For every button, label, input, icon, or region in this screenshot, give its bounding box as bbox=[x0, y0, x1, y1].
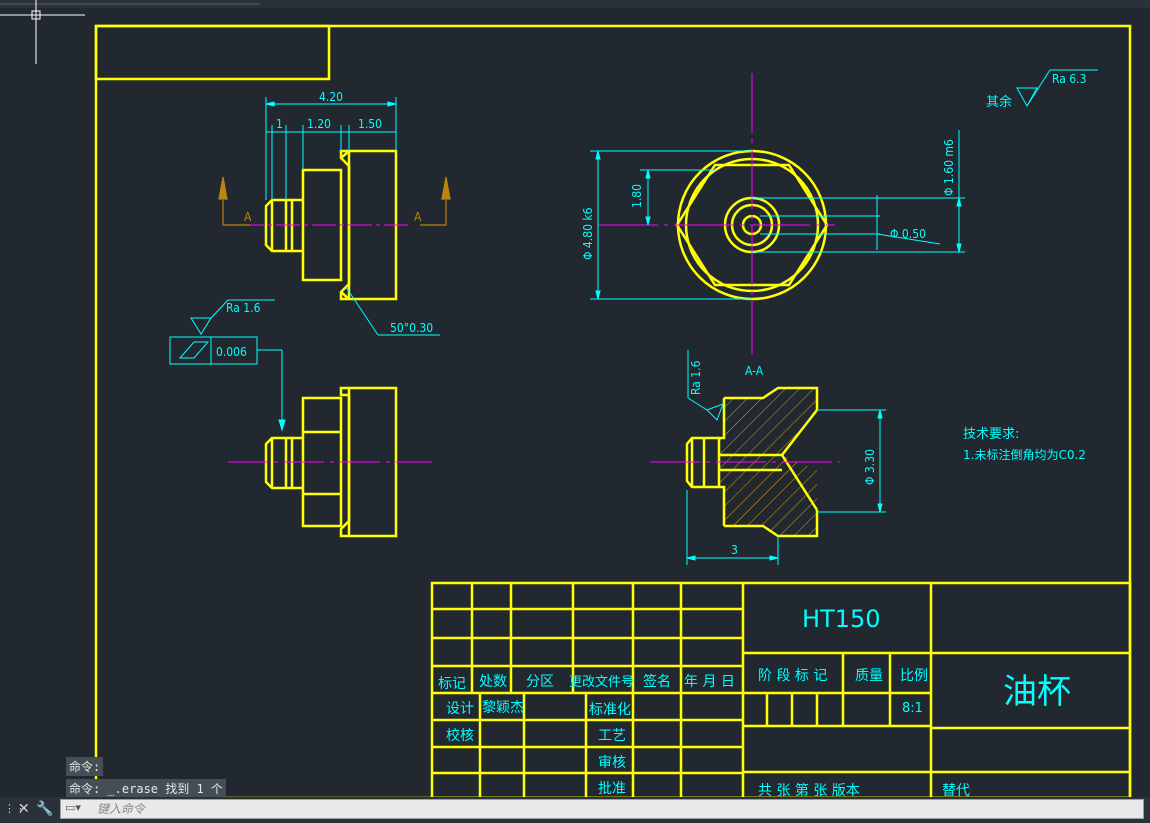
material: HT150 bbox=[802, 605, 881, 633]
ra-main: Ra 1.6 bbox=[226, 301, 261, 315]
mass-label: 质量 bbox=[855, 668, 883, 684]
command-input-box[interactable]: ▭▾ bbox=[60, 799, 1144, 819]
scale-value: 8:1 bbox=[902, 701, 923, 716]
hdr-zone: 分区 bbox=[526, 674, 554, 690]
dim-flat: 1.80 bbox=[630, 184, 644, 208]
dim-len-3: 1.50 bbox=[358, 117, 382, 131]
command-history-line: 命令: _.erase 找到 1 个 bbox=[66, 779, 226, 798]
part-name: 油杯 bbox=[1003, 672, 1071, 712]
dim-dia-outer: Φ 4.80 k6 bbox=[581, 207, 595, 260]
command-input[interactable] bbox=[97, 801, 1137, 817]
dim-chamfer: 50°0.30 bbox=[390, 321, 433, 335]
process-label: 工艺 bbox=[598, 728, 626, 744]
section-label-a-right: A bbox=[414, 210, 422, 224]
check-label: 校核 bbox=[446, 727, 474, 744]
dim-dia-bore: Φ 3.30 bbox=[863, 449, 877, 485]
section-label-a-left: A bbox=[244, 210, 252, 224]
hdr-mark: 标记 bbox=[438, 676, 466, 692]
std-label: 标准化 bbox=[589, 702, 631, 718]
dim-total-len: 4.20 bbox=[319, 90, 343, 104]
section-title: A-A bbox=[745, 364, 764, 378]
review-label: 审核 bbox=[598, 755, 626, 771]
ra-other: Ra 6.3 bbox=[1052, 72, 1086, 86]
code-box bbox=[94, 24, 331, 81]
dim-dia-shank: Φ 1.60 m6 bbox=[942, 139, 956, 196]
tech-title: 技术要求: bbox=[963, 427, 1019, 442]
dim-len-1: 1 bbox=[276, 117, 283, 131]
dim-len-2: 1.20 bbox=[307, 117, 331, 131]
approve-label: 批准 bbox=[598, 781, 626, 797]
stage-label: 阶 段 标 记 bbox=[758, 668, 827, 684]
hdr-date: 年 月 日 bbox=[684, 674, 735, 690]
tolerance-value: 0.006 bbox=[216, 345, 247, 359]
command-history-line: 命令: bbox=[66, 757, 104, 776]
close-icon[interactable]: ✕ bbox=[18, 800, 30, 818]
command-prompt-icon[interactable]: ▭▾ bbox=[65, 801, 81, 814]
designer-name: 黎颖杰 bbox=[482, 700, 524, 716]
command-history: 命令: 命令: _.erase 找到 1 个 bbox=[66, 757, 226, 801]
wrench-icon[interactable]: 🔧 bbox=[36, 800, 53, 818]
tolerance-frame bbox=[169, 299, 286, 432]
other-label: 其余 bbox=[986, 94, 1012, 110]
scale-label: 比例 bbox=[900, 668, 928, 684]
dim-section-len: 3 bbox=[731, 543, 738, 557]
design-label: 设计 bbox=[446, 701, 474, 717]
drawing-canvas[interactable]: 4.20 1 1.20 1.50 50°0.30 A A Ra 1.6 0.00… bbox=[0, 0, 1150, 823]
dim-dia-hole: Φ 0.50 bbox=[890, 227, 926, 241]
hdr-change-doc: 更改文件号 bbox=[569, 675, 634, 690]
hdr-count: 处数 bbox=[479, 674, 507, 690]
crosshair-cursor bbox=[0, 0, 85, 64]
tech-line1: 1.未标注倒角均为C0.2 bbox=[963, 447, 1086, 462]
hdr-sign: 签名 bbox=[643, 673, 671, 690]
ra-section: Ra 1.6 bbox=[689, 360, 703, 395]
